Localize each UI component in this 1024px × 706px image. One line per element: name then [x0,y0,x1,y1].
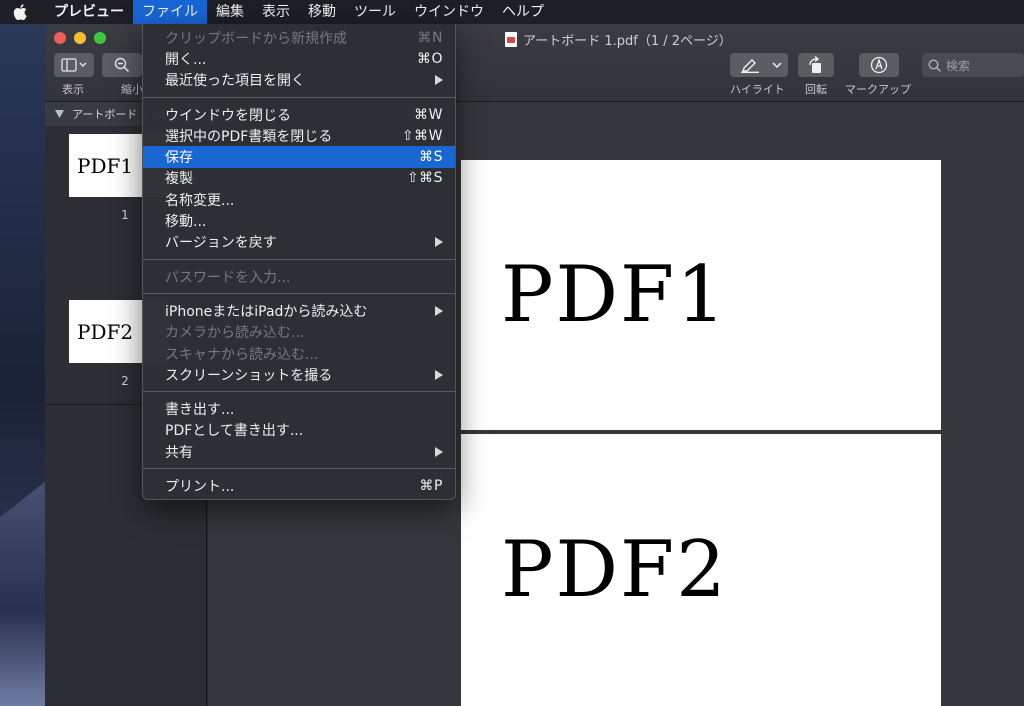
menu-item-share[interactable]: 共有 [143,441,455,462]
menu-item-move[interactable]: 移動... [143,210,455,231]
markup-pen-icon [870,56,888,74]
menu-view[interactable]: 表示 [253,0,299,24]
pdf-document-icon [505,32,517,47]
menu-item-revert-to[interactable]: バージョンを戻す [143,232,455,253]
zoom-out-label: 縮小 [121,83,143,96]
menu-item-label: iPhoneまたはiPadから読み込む [165,303,368,320]
menu-item-label: カメラから読み込む... [165,325,305,342]
menu-item-label: ウインドウを閉じる [165,107,291,124]
menu-separator [143,468,455,470]
menu-item-import-from-scanner[interactable]: スキャナから読み込む... [143,343,455,364]
menu-item-shortcut: ⇧⌘W [401,127,443,144]
sidebar-view-button[interactable] [54,53,94,77]
menu-item-close-pdf[interactable]: 選択中のPDF書類を閉じる ⇧⌘W [143,125,455,146]
menu-item-print[interactable]: プリント... ⌘P [143,475,455,496]
menu-item-shortcut: ⌘O [416,50,443,67]
menu-item-label: 書き出す... [165,402,235,419]
window-title: アートボード 1.pdf（1 / 2ページ） [505,30,732,49]
markup-button[interactable] [859,53,899,77]
search-icon [928,58,941,72]
menu-item-enter-password[interactable]: パスワードを入力... [143,266,455,287]
disclosure-triangle-icon[interactable] [55,110,64,118]
highlight-button[interactable] [730,53,788,77]
menu-bar: プレビュー ファイル 編集 表示 移動 ツール ウインドウ ヘルプ [0,0,1024,24]
menu-tools[interactable]: ツール [345,0,405,24]
menu-edit[interactable]: 編集 [207,0,253,24]
menu-item-shortcut: ⌘W [414,106,443,123]
menu-item-label: 移動... [165,214,207,231]
pdf-page-2[interactable]: PDF2 [461,434,941,706]
menu-item-take-screenshot[interactable]: スクリーンショットを撮る [143,364,455,385]
menu-item-label: 複製 [165,171,193,188]
menu-item-label: PDFとして書き出す... [165,423,304,440]
rotate-button[interactable] [798,53,834,77]
page-text: PDF1 [501,250,728,340]
menu-item-label: 名称変更... [165,192,235,209]
menu-item-import-from-camera[interactable]: カメラから読み込む... [143,322,455,343]
menu-item-label: 共有 [165,444,193,461]
thumbnail-text: PDF1 [77,153,134,178]
zoom-out-icon [114,57,130,73]
submenu-arrow-icon [435,237,443,248]
menu-item-open-recent[interactable]: 最近使った項目を開く [143,70,455,91]
submenu-arrow-icon [435,305,443,316]
menu-item-shortcut: ⌘P [419,477,443,494]
menu-item-shortcut: ⌘N [417,29,443,46]
menu-help[interactable]: ヘルプ [493,0,553,24]
thumbnail-text: PDF2 [77,319,134,344]
minimize-button[interactable] [74,32,86,44]
highlight-label: ハイライト [730,83,785,96]
submenu-arrow-icon [435,369,443,380]
menu-item-label: パスワードを入力... [165,269,291,286]
menu-separator [143,293,455,295]
menu-item-label: 開く... [165,51,207,68]
menu-go[interactable]: 移動 [299,0,345,24]
submenu-arrow-icon [435,75,443,86]
menu-item-duplicate[interactable]: 複製 ⇧⌘S [143,168,455,189]
menu-item-shortcut: ⇧⌘S [406,170,443,187]
menu-item-close-window[interactable]: ウインドウを閉じる ⌘W [143,104,455,125]
zoom-out-button[interactable] [102,53,142,77]
menu-item-import-from-iphone[interactable]: iPhoneまたはiPadから読み込む [143,300,455,321]
menu-item-label: 最近使った項目を開く [165,73,305,90]
menu-item-label: スクリーンショットを撮る [165,367,333,384]
close-button[interactable] [54,32,66,44]
view-label: 表示 [62,83,84,96]
menu-separator [143,96,455,98]
pdf-page-1[interactable]: PDF1 [461,160,941,430]
menu-item-export[interactable]: 書き出す... [143,398,455,419]
sidebar-icon [61,58,87,72]
file-menu-dropdown: クリップボードから新規作成 ⌘N 開く... ⌘O 最近使った項目を開く ウイン… [142,24,456,500]
apple-icon[interactable] [0,0,40,24]
page-text: PDF2 [501,525,728,615]
search-placeholder: 検索 [946,58,971,73]
rotate-icon [809,56,821,73]
zoom-button[interactable] [94,32,106,44]
chevron-down-icon[interactable] [772,61,782,69]
menu-item-label: バージョンを戻す [165,235,277,252]
highlighter-icon [741,59,759,73]
menu-item-export-as-pdf[interactable]: PDFとして書き出す... [143,420,455,441]
menu-item-open[interactable]: 開く... ⌘O [143,48,455,69]
menu-separator [143,391,455,393]
markup-label: マークアップ [845,83,911,96]
menu-item-label: 保存 [165,150,193,167]
search-field[interactable]: 検索 [922,53,1024,77]
submenu-arrow-icon [435,446,443,457]
menu-item-label: スキャナから読み込む... [165,346,319,363]
window-title-text: アートボード 1.pdf（1 / 2ページ） [523,34,732,49]
menu-app-name[interactable]: プレビュー [40,0,133,24]
menu-item-new-from-clipboard[interactable]: クリップボードから新規作成 ⌘N [143,27,455,48]
menu-window[interactable]: ウインドウ [405,0,493,24]
menu-separator [143,258,455,260]
menu-item-shortcut: ⌘S [419,149,443,166]
menu-item-save[interactable]: 保存 ⌘S [143,146,455,168]
menu-item-label: 選択中のPDF書類を閉じる [165,128,333,145]
menu-item-label: プリント... [165,478,235,495]
menu-item-label: クリップボードから新規作成 [165,30,347,47]
menu-item-rename[interactable]: 名称変更... [143,189,455,210]
menu-file[interactable]: ファイル [133,0,207,24]
rotate-label: 回転 [805,83,827,96]
